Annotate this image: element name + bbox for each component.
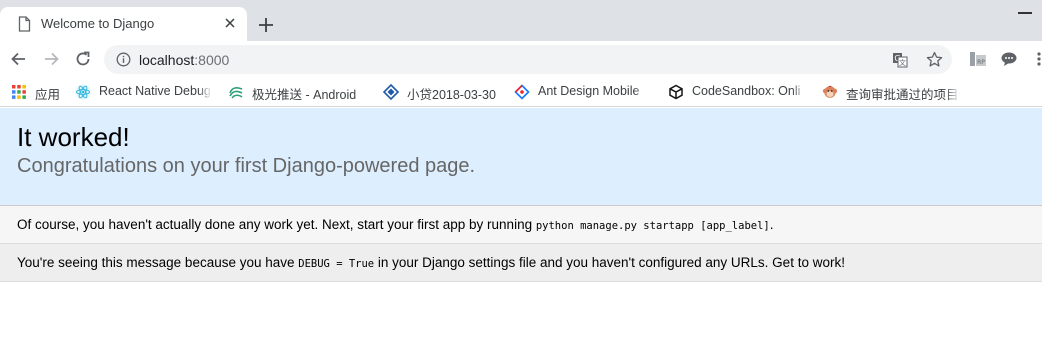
new-tab-icon[interactable]: [256, 15, 276, 35]
svg-text:RP: RP: [977, 59, 985, 66]
browser-toolbar: localhost:8000 G 文 RP: [0, 41, 1042, 77]
bookmark-xiaodai[interactable]: 小贷2018-03-30: [383, 83, 503, 101]
url-port: :8000: [194, 52, 230, 68]
url-host: localhost: [139, 52, 195, 68]
tab-strip: Welcome to Django: [0, 0, 1042, 41]
react-icon: [75, 84, 91, 100]
reload-icon[interactable]: [73, 49, 93, 69]
chat-extension-icon[interactable]: [1000, 51, 1018, 67]
bookmark-apps[interactable]: 应用: [11, 83, 63, 101]
codesandbox-icon: [669, 84, 683, 100]
url-text[interactable]: localhost:8000: [139, 52, 229, 68]
forward-icon[interactable]: [41, 49, 61, 69]
bookmark-label: Ant Design Mobile: [538, 84, 640, 98]
page-content: It worked! Congratulations on your first…: [0, 108, 1042, 362]
ant-design-icon: [514, 84, 530, 100]
jpush-icon: [229, 87, 243, 99]
bookmarks-bar: 应用 React Native Debug 极光推送 - Android 小贷2…: [0, 77, 1042, 107]
bookmark-project-query[interactable]: 查询审批通过的项目信: [822, 83, 960, 101]
explanation-section: You're seeing this message because you h…: [0, 244, 1042, 282]
explanation-text: You're seeing this message because you h…: [17, 255, 845, 270]
explanation-text-before: You're seeing this message because you h…: [17, 255, 299, 270]
bookmark-label: React Native Debug: [99, 84, 211, 98]
apps-grid-icon: [12, 85, 26, 99]
browser-tab[interactable]: Welcome to Django: [0, 7, 247, 41]
bookmark-ant-design-mobile[interactable]: Ant Design Mobile: [514, 83, 648, 101]
bookmark-jpush-android[interactable]: 极光推送 - Android: [228, 83, 368, 101]
minimize-icon[interactable]: [1018, 12, 1032, 14]
bookmark-react-native-debug[interactable]: React Native Debug: [75, 83, 212, 101]
instructions-text-after: .: [769, 217, 774, 232]
bookmark-codesandbox[interactable]: CodeSandbox: Onli: [668, 83, 806, 101]
tab-title: Welcome to Django: [41, 16, 155, 31]
page-subtitle: Congratulations on your first Django-pow…: [17, 155, 476, 177]
startapp-command: python manage.py startapp [app_label]: [535, 220, 770, 232]
monkey-icon: [822, 85, 838, 98]
bookmark-label: 极光推送 - Android: [252, 88, 357, 101]
page-title: It worked!: [17, 122, 130, 152]
diamond-icon: [383, 84, 399, 100]
back-icon[interactable]: [9, 49, 29, 69]
address-bar[interactable]: localhost:8000 G 文: [104, 45, 952, 74]
info-icon[interactable]: [116, 52, 131, 67]
explanation-text-after: in your Django settings file and you hav…: [374, 255, 845, 270]
menu-icon[interactable]: [1030, 51, 1042, 67]
summary-section: It worked! Congratulations on your first…: [0, 108, 1042, 206]
instructions-section: Of course, you haven't actually done any…: [0, 206, 1042, 244]
translate-icon[interactable]: G 文: [892, 52, 908, 68]
bookmark-label: CodeSandbox: Onli: [692, 84, 801, 98]
close-icon[interactable]: [222, 15, 238, 31]
bookmark-label: 应用: [35, 88, 61, 101]
instructions-text: Of course, you haven't actually done any…: [17, 217, 774, 232]
debug-setting: DEBUG = True: [298, 258, 375, 270]
extension-icon[interactable]: RP: [969, 51, 987, 67]
bookmark-star-icon[interactable]: [926, 51, 943, 68]
bookmark-label: 查询审批通过的项目信: [846, 88, 960, 101]
instructions-text-before: Of course, you haven't actually done any…: [17, 217, 536, 232]
page-icon: [18, 16, 31, 32]
svg-text:文: 文: [899, 58, 906, 67]
bookmark-label: 小贷2018-03-30: [407, 88, 496, 101]
